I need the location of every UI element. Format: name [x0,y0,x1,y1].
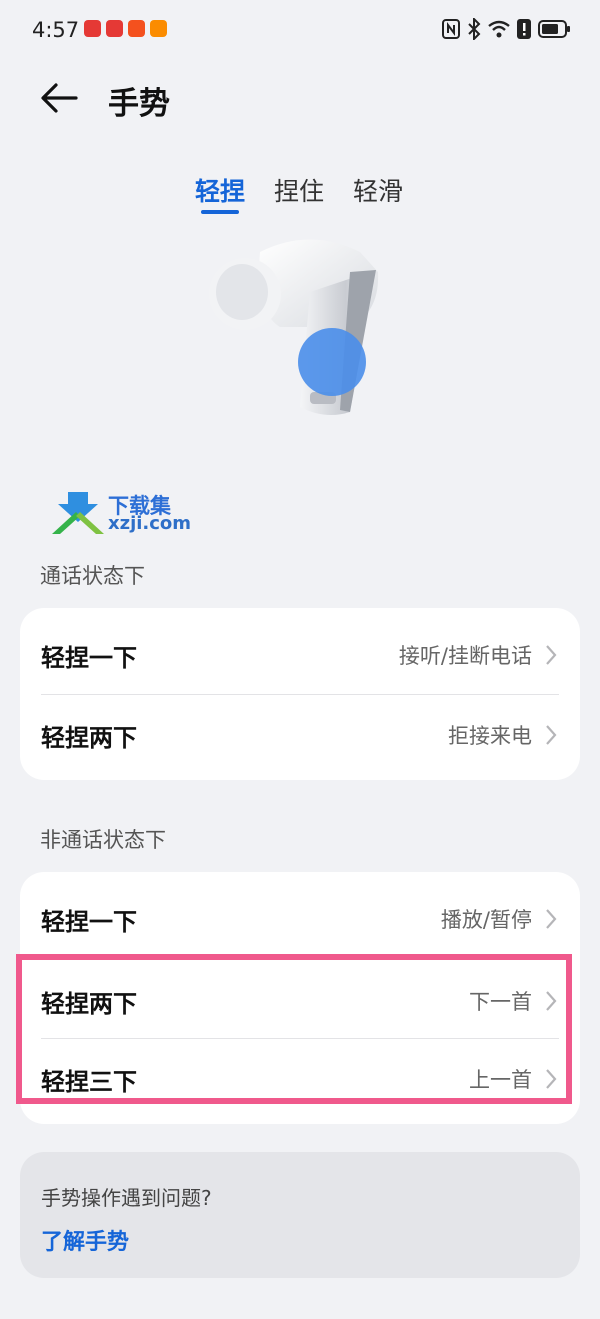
row-value: 播放/暂停 [440,908,532,932]
active-tab-indicator [201,210,239,214]
chevron-right-icon [546,1069,557,1089]
system-icons [442,18,570,40]
divider [41,958,559,959]
watermark-logo: 下载集 xzji.com [50,490,200,536]
help-card: 手势操作遇到问题? 了解手势 [20,1152,580,1278]
list-item[interactable]: 轻捏两下 拒接来电 [20,694,580,774]
status-time: 4:57 [32,18,80,42]
chevron-right-icon [546,991,557,1011]
row-value: 接听/挂断电话 [398,644,532,668]
chevron-right-icon [546,909,557,929]
status-bar: 4:57 [0,0,600,62]
chevron-right-icon [546,725,557,745]
alert-icon [517,19,531,39]
nfc-icon [442,19,460,39]
row-value: 下一首 [469,990,532,1014]
row-label: 轻捏两下 [41,990,137,1018]
game-notification-icon [128,20,145,37]
back-button[interactable] [38,80,82,116]
row-label: 轻捏一下 [41,644,137,672]
list-item[interactable]: 轻捏一下 播放/暂停 [20,878,580,958]
chevron-right-icon [546,645,557,665]
row-label: 轻捏两下 [41,724,137,752]
learn-gestures-link[interactable]: 了解手势 [41,1224,129,1256]
row-value: 拒接来电 [448,724,532,748]
notification-icons [84,20,167,37]
page-title: 手势 [108,86,170,122]
row-label: 轻捏三下 [41,1068,137,1096]
section-label-not-in-call: 非通话状态下 [40,828,166,852]
bluetooth-icon [468,18,481,40]
gesture-tabs: 轻捏 捏住 轻滑 [0,168,600,216]
video-notification-icon [150,20,167,37]
battery-icon [538,20,570,38]
download-logo-icon [52,492,104,534]
earbud-illustration [200,232,400,422]
header: 手势 [0,62,600,134]
list-item[interactable]: 轻捏三下 上一首 [20,1038,580,1118]
help-question: 手势操作遇到问题? [41,1186,212,1210]
not-in-call-card: 轻捏一下 播放/暂停 轻捏两下 下一首 轻捏三下 上一首 [20,872,580,1124]
back-arrow-icon [41,83,78,113]
in-call-card: 轻捏一下 接听/挂断电话 轻捏两下 拒接来电 [20,608,580,780]
list-item[interactable]: 轻捏一下 接听/挂断电话 [20,614,580,694]
app-notification-icon [84,20,101,37]
tab-light-swipe[interactable]: 轻滑 [353,172,403,208]
watermark-url: xzji.com [108,513,192,534]
tab-pinch-hold[interactable]: 捏住 [274,172,324,208]
huawei-notification-icon [106,20,123,37]
tab-light-pinch[interactable]: 轻捏 [195,172,245,208]
wifi-icon [488,20,510,38]
list-item[interactable]: 轻捏两下 下一首 [20,960,580,1040]
row-value: 上一首 [469,1068,532,1092]
section-label-in-call: 通话状态下 [40,564,145,588]
row-label: 轻捏一下 [41,908,137,936]
